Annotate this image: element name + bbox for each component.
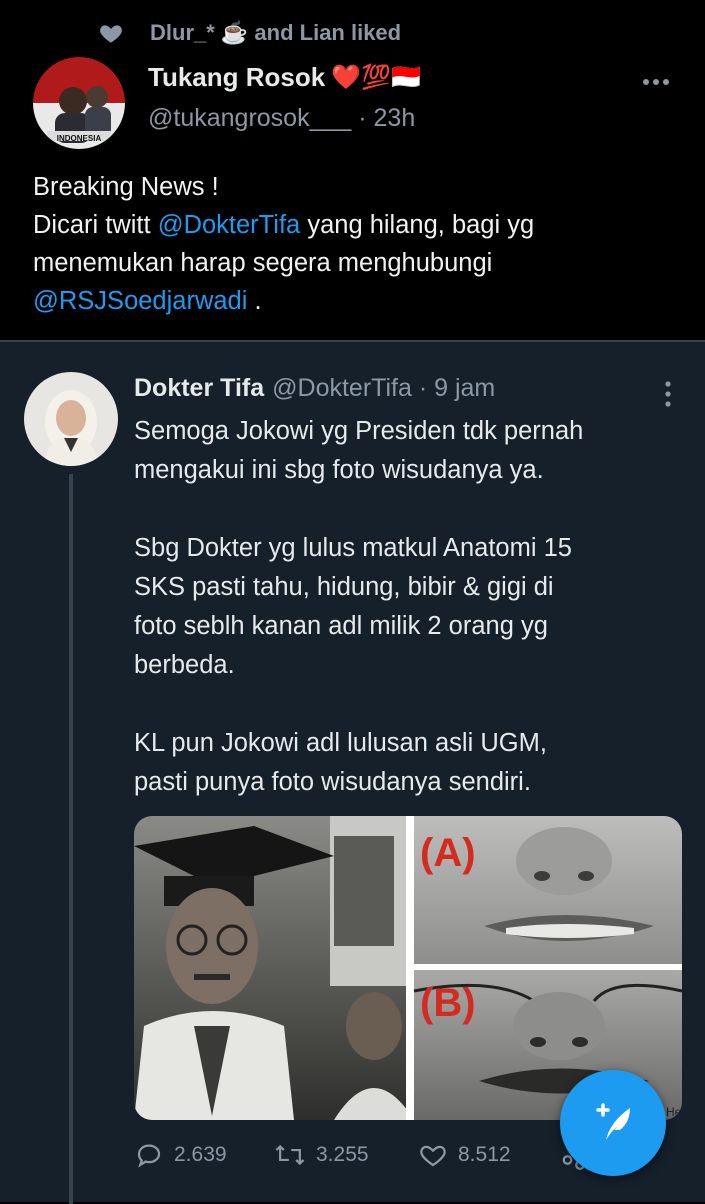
reply-count: 2.639 (174, 1143, 227, 1166)
thread-line (69, 474, 73, 1204)
image-corner-text: He (666, 1105, 682, 1119)
compose-icon (596, 1103, 630, 1140)
mention-doktertifa[interactable]: @DokterTifa (158, 211, 301, 239)
more-vertical-icon[interactable] (658, 378, 678, 410)
quoted-author-handle[interactable]: @DokterTifa · 9 jam (272, 374, 495, 403)
name-emoji: ❤️💯🇮🇩 (331, 64, 421, 91)
quoted-tweet-text: Semoga Jokowi yg Presiden tdk pernah men… (134, 417, 584, 796)
tweet-line-4: @RSJSoedjarwadi . (33, 282, 673, 320)
reply-button[interactable]: 2.639 (134, 1140, 227, 1170)
tweet-line-1: Breaking News ! (33, 173, 219, 201)
quoted-header: Dokter Tifa @DokterTifa · 9 jam (134, 374, 495, 403)
retweet-button[interactable]: 3.255 (274, 1140, 369, 1170)
author-name-row[interactable]: Tukang Rosok ❤️💯🇮🇩 (148, 62, 421, 93)
author-name[interactable]: Tukang Rosok (148, 62, 325, 93)
quoted-action-bar: 2.639 3.255 8.512 (134, 1140, 604, 1172)
like-icon (420, 1145, 446, 1167)
more-horizontal-icon[interactable] (640, 68, 672, 96)
label-b: (B) (420, 981, 476, 1025)
tweet-line-3: menemukan harap segera menghubungi (33, 249, 493, 277)
tweet-text: Breaking News ! Dicari twitt @DokterTifa… (33, 168, 673, 320)
quoted-author-name[interactable]: Dokter Tifa (134, 374, 264, 403)
retweet-icon (275, 1144, 305, 1166)
tweet-text-fragment: Dicari twitt (33, 211, 158, 239)
social-context-text: Dlur_* ☕ and Lian liked (150, 20, 402, 45)
like-button[interactable]: 8.512 (418, 1140, 511, 1170)
author-handle-row: @tukangrosok___ · 23h (148, 104, 415, 133)
compose-button[interactable] (560, 1070, 666, 1176)
social-context: Dlur_* ☕ and Lian liked (98, 15, 401, 51)
mention-rsjsoedjarwadi[interactable]: @RSJSoedjarwadi (33, 287, 247, 315)
label-a: (A) (420, 831, 476, 875)
quoted-author-avatar[interactable] (24, 372, 118, 466)
author-handle[interactable]: @tukangrosok___ (148, 104, 351, 132)
avatar-caption: INDONESIA (57, 134, 102, 143)
like-count: 8.512 (458, 1143, 511, 1166)
tweet-text-fragment: yang hilang, bagi yg (300, 211, 535, 239)
tweet-text-fragment: . (247, 287, 262, 315)
reply-icon (137, 1144, 161, 1168)
tweet-time: · 23h (358, 104, 416, 132)
tweet-line-2: Dicari twitt @DokterTifa yang hilang, ba… (33, 206, 673, 244)
retweet-count: 3.255 (316, 1143, 369, 1166)
author-avatar[interactable]: INDONESIA (33, 57, 125, 149)
heart-icon (100, 25, 122, 43)
